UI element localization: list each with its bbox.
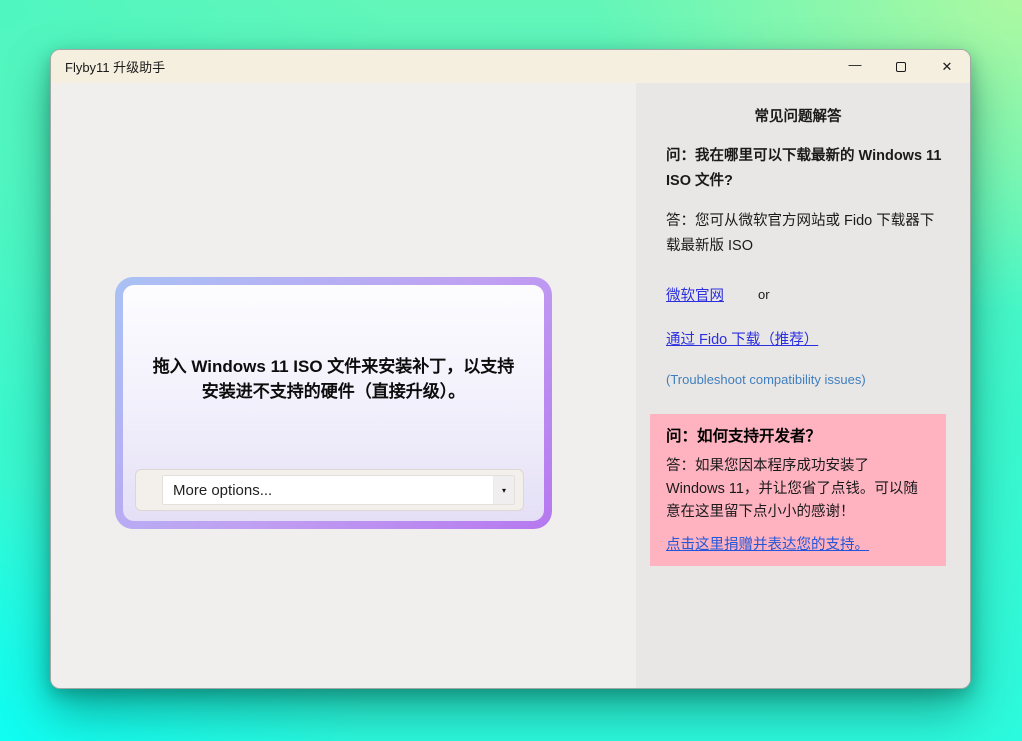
maximize-icon (896, 62, 906, 72)
fido-link-row: 通过 Fido 下载（推荐） (650, 328, 946, 349)
main-panel: 拖入 Windows 11 ISO 文件来安装补丁，以支持安装进不支持的硬件（直… (51, 83, 636, 689)
troubleshoot-row: (Troubleshoot compatibility issues) (650, 372, 946, 388)
microsoft-link-row: 微软官网 or (650, 284, 946, 305)
support-answer: 答：如果您因本程序成功安装了 Windows 11，并让您省了点钱。可以随意在这… (666, 455, 930, 525)
chevron-down-icon: ▾ (502, 486, 506, 495)
options-combo-container: More options... ▾ (135, 469, 524, 511)
iso-dropzone[interactable]: 拖入 Windows 11 ISO 文件来安装补丁，以支持安装进不支持的硬件（直… (115, 277, 552, 529)
faq-heading: 常见问题解答 (650, 105, 946, 126)
close-button[interactable]: ✕ (924, 50, 970, 83)
minimize-button[interactable]: — (832, 50, 878, 83)
fido-download-link[interactable]: 通过 Fido 下载（推荐） (666, 328, 818, 349)
dropdown-arrow-button[interactable]: ▾ (493, 476, 514, 504)
or-label: or (758, 287, 770, 302)
close-icon: ✕ (942, 60, 953, 73)
drop-instruction-text: 拖入 Windows 11 ISO 文件来安装补丁，以支持安装进不支持的硬件（直… (148, 355, 518, 404)
troubleshoot-compatibility-link[interactable]: (Troubleshoot compatibility issues) (666, 372, 866, 387)
minimize-icon: — (849, 58, 862, 71)
desktop-background: { "window": { "title": "Flyby11 升级助手", "… (0, 0, 1022, 741)
faq-answer-1: 答：您可从微软官方网站或 Fido 下载器下载最新版 ISO (650, 209, 946, 260)
support-developer-box: 问：如何支持开发者？ 答：如果您因本程序成功安装了 Windows 11，并让您… (650, 414, 946, 567)
microsoft-official-link[interactable]: 微软官网 (666, 284, 724, 305)
iso-dropzone-inner: 拖入 Windows 11 ISO 文件来安装补丁，以支持安装进不支持的硬件（直… (123, 285, 544, 521)
faq-sidebar: 常见问题解答 问：我在哪里可以下载最新的 Windows 11 ISO 文件? … (636, 83, 970, 689)
app-window: Flyby11 升级助手 — ✕ 拖入 Windows 11 ISO 文件来安装… (50, 49, 971, 689)
window-body: 拖入 Windows 11 ISO 文件来安装补丁，以支持安装进不支持的硬件（直… (51, 83, 970, 689)
more-options-dropdown[interactable]: More options... ▾ (162, 475, 515, 505)
window-title: Flyby11 升级助手 (51, 57, 165, 76)
window-controls: — ✕ (832, 50, 970, 83)
maximize-button[interactable] (878, 50, 924, 83)
donate-link[interactable]: 点击这里捐赠并表达您的支持。 (666, 533, 869, 554)
support-question: 问：如何支持开发者？ (666, 424, 930, 446)
titlebar: Flyby11 升级助手 — ✕ (51, 50, 970, 83)
more-options-value: More options... (163, 476, 493, 504)
faq-question-1: 问：我在哪里可以下载最新的 Windows 11 ISO 文件? (650, 144, 946, 195)
